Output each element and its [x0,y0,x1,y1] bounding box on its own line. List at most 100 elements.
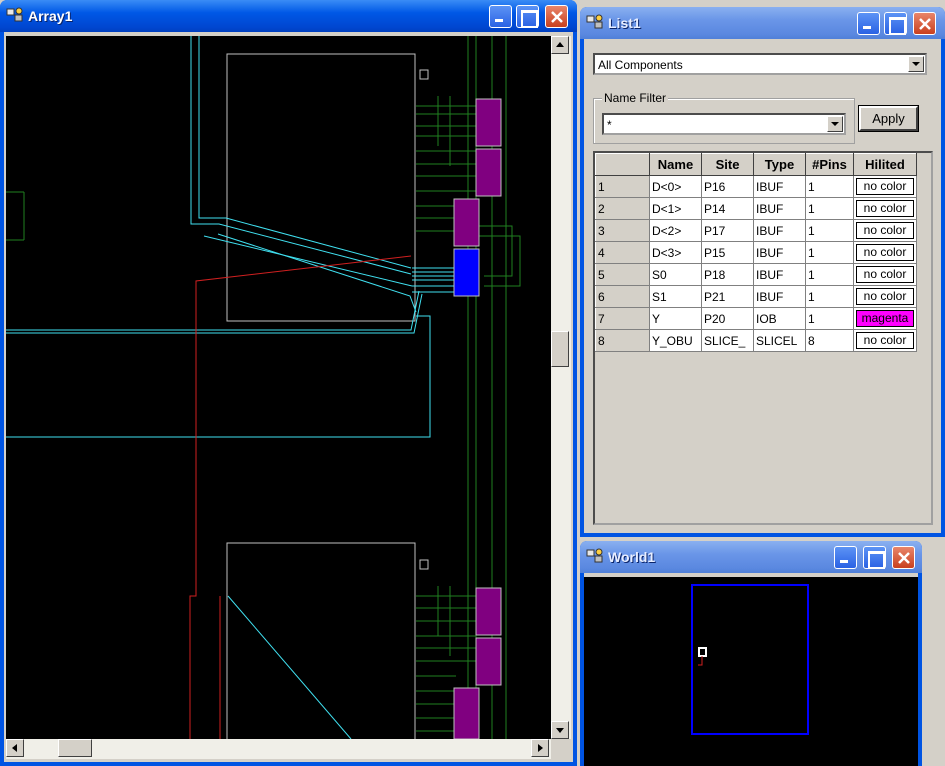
world-overview-map[interactable] [584,577,918,766]
cell-site[interactable]: P15 [701,241,754,264]
highlight-color-button[interactable]: no color [855,287,915,306]
highlight-color-button[interactable]: no color [855,177,915,196]
cell-type[interactable]: SLICEL [753,329,806,352]
cell-pins[interactable]: 1 [805,241,854,264]
chevron-down-icon[interactable] [908,56,924,72]
maximize-button[interactable] [516,5,539,28]
cell-site[interactable]: P14 [701,197,754,220]
table-row[interactable]: 2 D<1> P14 IBUF 1 no color [595,197,917,220]
row-number[interactable]: 5 [595,263,650,286]
world-client [584,573,918,766]
cell-site[interactable]: P16 [701,175,754,198]
row-number[interactable]: 3 [595,219,650,242]
column-header-site[interactable]: Site [701,153,754,176]
array-titlebar[interactable]: Array1 [0,0,577,32]
cell-pins[interactable]: 1 [805,285,854,308]
highlight-color-button[interactable]: no color [855,199,915,218]
table-row[interactable]: 6 S1 P21 IBUF 1 no color [595,285,917,308]
cell-name[interactable]: D<0> [649,175,702,198]
row-number[interactable]: 6 [595,285,650,308]
cell-type[interactable]: IOB [753,307,806,330]
table-row[interactable]: 1 D<0> P16 IBUF 1 no color [595,175,917,198]
arrow-down-icon [556,728,564,733]
table-row[interactable]: 7 Y P20 IOB 1 magenta [595,307,917,330]
vertical-scroll-thumb[interactable] [551,331,569,367]
list-titlebar[interactable]: List1 [580,7,945,39]
cell-type[interactable]: IBUF [753,241,806,264]
maximize-button[interactable] [863,546,886,569]
table-row[interactable]: 4 D<3> P15 IBUF 1 no color [595,241,917,264]
row-number[interactable]: 4 [595,241,650,264]
cell-site[interactable]: P20 [701,307,754,330]
arrow-up-icon [556,42,564,47]
maximize-button[interactable] [884,12,907,35]
routing-view[interactable] [6,36,551,739]
cell-pins[interactable]: 1 [805,197,854,220]
cell-name[interactable]: S1 [649,285,702,308]
scroll-up-button[interactable] [551,36,569,54]
close-button[interactable] [913,12,936,35]
cell-pins[interactable]: 8 [805,329,854,352]
window-title: Array1 [28,8,73,24]
cell-pins[interactable]: 1 [805,307,854,330]
cell-name[interactable]: Y [649,307,702,330]
cell-name[interactable]: D<2> [649,219,702,242]
world-overview-canvas[interactable] [584,577,918,766]
highlight-color-button[interactable]: no color [855,331,915,350]
close-button[interactable] [892,546,915,569]
cell-type[interactable]: IBUF [753,175,806,198]
cell-type[interactable]: IBUF [753,285,806,308]
world-window: World1 [580,541,922,766]
minimize-button[interactable] [834,546,857,569]
horizontal-scrollbar[interactable] [6,739,551,759]
name-filter-input[interactable]: * [602,113,846,135]
table-row[interactable]: 5 S0 P18 IBUF 1 no color [595,263,917,286]
cell-name[interactable]: Y_OBU [649,329,702,352]
cell-hilited: no color [853,241,917,264]
cell-type[interactable]: IBUF [753,197,806,220]
table-row[interactable]: 3 D<2> P17 IBUF 1 no color [595,219,917,242]
column-header-index[interactable] [595,153,650,176]
table-row[interactable]: 8 Y_OBU SLICE_ SLICEL 8 no color [595,329,917,352]
column-header-pins[interactable]: #Pins [805,153,854,176]
highlight-color-button[interactable]: no color [855,243,915,262]
cell-name[interactable]: D<3> [649,241,702,264]
cell-name[interactable]: S0 [649,263,702,286]
world-titlebar[interactable]: World1 [580,541,922,573]
cell-pins[interactable]: 1 [805,263,854,286]
scroll-right-button[interactable] [531,739,549,757]
column-header-type[interactable]: Type [753,153,806,176]
row-number[interactable]: 2 [595,197,650,220]
row-number[interactable]: 8 [595,329,650,352]
horizontal-scroll-thumb[interactable] [58,739,92,757]
highlight-color-button[interactable]: magenta [855,309,915,328]
apply-button[interactable]: Apply [858,105,919,132]
row-number[interactable]: 1 [595,175,650,198]
minimize-button[interactable] [489,5,512,28]
highlight-color-button[interactable]: no color [855,265,915,284]
highlight-color-button[interactable]: no color [855,221,915,240]
cell-pins[interactable]: 1 [805,219,854,242]
cell-site[interactable]: SLICE_ [701,329,754,352]
scroll-down-button[interactable] [551,721,569,739]
scroll-left-button[interactable] [6,739,24,757]
component-filter-select[interactable]: All Components [593,53,927,75]
cell-site[interactable]: P21 [701,285,754,308]
table-header-row: Name Site Type #Pins Hilited [595,153,917,176]
minimize-button[interactable] [857,12,880,35]
cell-site[interactable]: P18 [701,263,754,286]
array-canvas[interactable] [6,36,551,739]
chevron-down-icon[interactable] [827,116,843,132]
cell-type[interactable]: IBUF [753,263,806,286]
vertical-scrollbar[interactable] [551,36,571,739]
cell-site[interactable]: P17 [701,219,754,242]
cell-pins[interactable]: 1 [805,175,854,198]
cell-type[interactable]: IBUF [753,219,806,242]
app-icon [586,548,603,563]
cell-name[interactable]: D<1> [649,197,702,220]
column-header-name[interactable]: Name [649,153,702,176]
row-number[interactable]: 7 [595,307,650,330]
close-button[interactable] [545,5,568,28]
name-filter-group: Name Filter * [593,91,855,144]
column-header-hilited[interactable]: Hilited [853,153,917,176]
